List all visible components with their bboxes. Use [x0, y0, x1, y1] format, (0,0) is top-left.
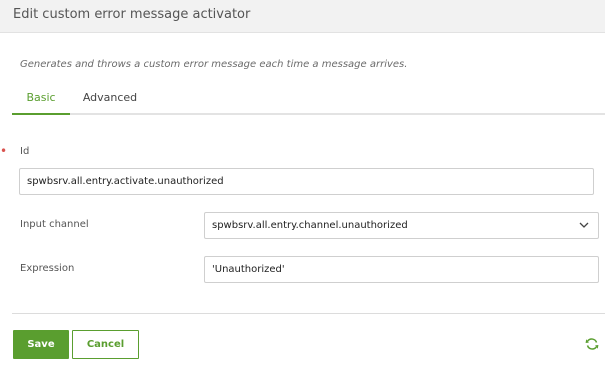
- required-indicator: •: [0, 144, 8, 158]
- tab-basic[interactable]: Basic: [12, 82, 70, 115]
- refresh-icon[interactable]: [585, 337, 599, 351]
- tab-bar: Basic Advanced: [12, 82, 605, 116]
- input-channel-label: Input channel: [20, 219, 89, 230]
- chevron-down-icon[interactable]: [579, 221, 589, 229]
- footer-divider: [12, 313, 605, 314]
- dialog-title: Edit custom error message activator: [13, 7, 251, 22]
- expression-label: Expression: [20, 263, 75, 274]
- input-channel-select[interactable]: spwbsrv.all.entry.channel.unauthorized: [204, 212, 599, 239]
- expression-input[interactable]: 'Unauthorized': [204, 256, 599, 283]
- id-label: Id: [20, 146, 30, 157]
- dialog-header: Edit custom error message activator: [0, 0, 605, 33]
- save-button[interactable]: Save: [13, 330, 69, 359]
- input-channel-value: spwbsrv.all.entry.channel.unauthorized: [212, 220, 408, 231]
- tab-advanced[interactable]: Advanced: [77, 82, 143, 115]
- dialog-description: Generates and throws a custom error mess…: [20, 59, 408, 70]
- id-input[interactable]: spwbsrv.all.entry.activate.unauthorized: [19, 168, 594, 195]
- cancel-button[interactable]: Cancel: [72, 330, 139, 359]
